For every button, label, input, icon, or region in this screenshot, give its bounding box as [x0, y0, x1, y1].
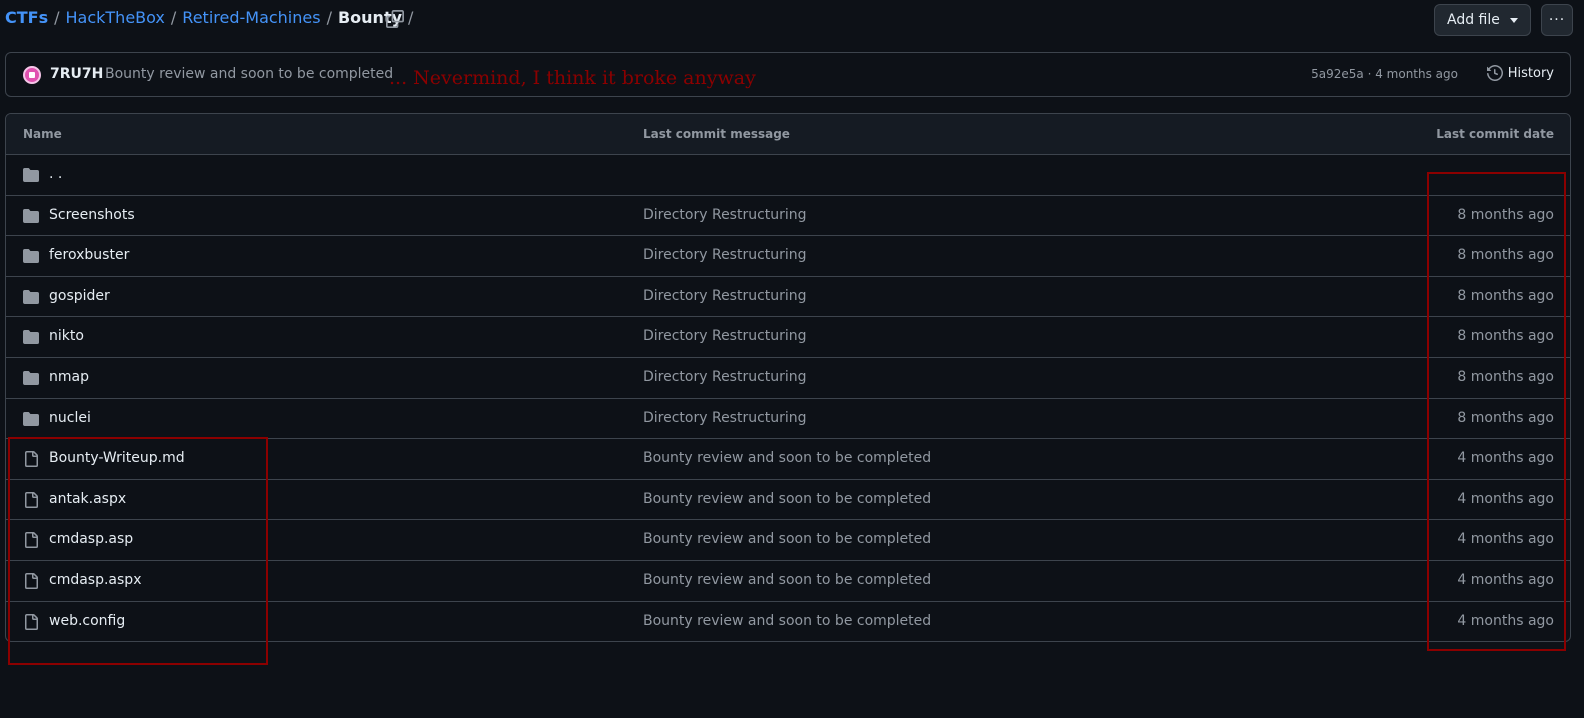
- table-row[interactable]: . .: [6, 155, 1570, 196]
- column-header-date: Last commit date: [1436, 127, 1554, 141]
- breadcrumb-separator: /: [326, 8, 332, 27]
- folder-icon: [23, 370, 39, 386]
- annotation-box-files: [8, 437, 268, 665]
- avatar[interactable]: [23, 66, 41, 84]
- history-link[interactable]: History: [1486, 65, 1554, 81]
- breadcrumb: CTFs / HackTheBox / Retired-Machines / B…: [5, 8, 419, 27]
- commit-message[interactable]: Bounty review and soon to be completed: [105, 66, 393, 82]
- row-commit-message[interactable]: Directory Restructuring: [643, 247, 807, 263]
- column-header-name: Name: [23, 127, 62, 141]
- breadcrumb-item-ctfs[interactable]: CTFs: [5, 8, 48, 27]
- history-icon: [1486, 65, 1503, 81]
- folder-icon: [23, 248, 39, 264]
- more-options-button[interactable]: ···: [1541, 4, 1573, 36]
- row-name[interactable]: nmap: [49, 369, 89, 385]
- table-row[interactable]: nuclei Directory Restructuring 8 months ag…: [6, 399, 1570, 440]
- row-commit-message[interactable]: Bounty review and soon to be completed: [643, 491, 931, 507]
- table-row[interactable]: Screenshots Directory Restructuring 8 mont…: [6, 196, 1570, 237]
- history-label: History: [1507, 65, 1554, 81]
- row-commit-message[interactable]: Bounty review and soon to be completed: [643, 613, 931, 629]
- breadcrumb-item-retired-machines[interactable]: Retired-Machines: [182, 8, 320, 27]
- repo-browser: CTFs / HackTheBox / Retired-Machines / B…: [0, 0, 1584, 718]
- row-commit-message[interactable]: Bounty review and soon to be completed: [643, 450, 931, 466]
- latest-commit-box: 7RU7H Bounty review and soon to be compl…: [5, 52, 1571, 97]
- row-commit-message[interactable]: Bounty review and soon to be completed: [643, 572, 931, 588]
- row-name[interactable]: nuclei: [49, 410, 91, 426]
- row-name[interactable]: nikto: [49, 328, 84, 344]
- column-header-message: Last commit message: [643, 127, 790, 141]
- commit-author[interactable]: 7RU7H: [50, 66, 103, 82]
- breadcrumb-item-hackthebox[interactable]: HackTheBox: [66, 8, 165, 27]
- table-row[interactable]: feroxbuster Directory Restructuring 8 mont…: [6, 236, 1570, 277]
- table-row[interactable]: nmap Directory Restructuring 8 months ago: [6, 358, 1570, 399]
- breadcrumb-separator: /: [54, 8, 60, 27]
- commit-hash-time[interactable]: 5a92e5a · 4 months ago: [1311, 67, 1458, 81]
- add-file-button[interactable]: Add file: [1434, 4, 1531, 36]
- table-row[interactable]: nikto Directory Restructuring 8 months ago: [6, 317, 1570, 358]
- folder-icon: [23, 289, 39, 305]
- breadcrumb-separator: /: [408, 8, 414, 27]
- row-commit-message[interactable]: Directory Restructuring: [643, 369, 807, 385]
- top-bar: CTFs / HackTheBox / Retired-Machines / B…: [0, 0, 1584, 40]
- add-file-label: Add file: [1447, 12, 1500, 28]
- row-commit-message[interactable]: Directory Restructuring: [643, 288, 807, 304]
- folder-icon: [23, 208, 39, 224]
- breadcrumb-separator: /: [170, 8, 177, 27]
- copy-path-icon[interactable]: [386, 10, 404, 28]
- row-name[interactable]: feroxbuster: [49, 247, 129, 263]
- row-commit-message[interactable]: Directory Restructuring: [643, 410, 807, 426]
- annotation-text: ... Nevermind, I think it broke anyway: [389, 67, 756, 89]
- chevron-down-icon: [1510, 18, 1518, 23]
- table-row[interactable]: gospider Directory Restructuring 8 months …: [6, 277, 1570, 318]
- row-name[interactable]: Screenshots: [49, 207, 135, 223]
- folder-icon: [23, 411, 39, 427]
- annotation-box-dates: [1427, 172, 1566, 651]
- folder-icon: [23, 329, 39, 345]
- row-commit-message[interactable]: Bounty review and soon to be completed: [643, 531, 931, 547]
- row-name[interactable]: . .: [49, 166, 62, 182]
- folder-icon: [23, 167, 39, 183]
- row-commit-message[interactable]: Directory Restructuring: [643, 328, 807, 344]
- row-commit-message[interactable]: Directory Restructuring: [643, 207, 807, 223]
- table-header: Name Last commit message Last commit dat…: [6, 114, 1570, 155]
- row-name[interactable]: gospider: [49, 288, 110, 304]
